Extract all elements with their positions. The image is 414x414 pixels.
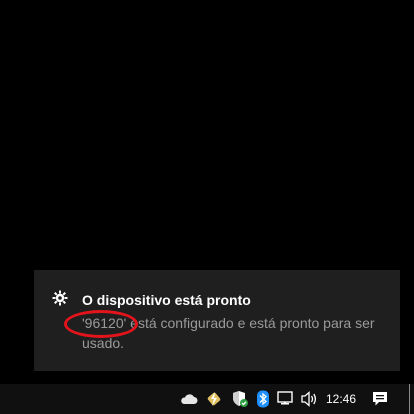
bluetooth-icon[interactable] xyxy=(254,390,272,408)
volume-icon[interactable] xyxy=(301,390,319,408)
gear-icon xyxy=(52,290,68,306)
toast-body: '96120' está configurado e está pronto p… xyxy=(82,315,375,351)
show-desktop-divider[interactable] xyxy=(409,384,410,414)
power-battery-icon[interactable] xyxy=(205,390,223,408)
notification-icon[interactable] xyxy=(371,390,389,408)
onedrive-cloud-icon[interactable] xyxy=(180,390,198,408)
network-icon[interactable] xyxy=(277,390,295,408)
taskbar: 12:46 xyxy=(0,384,414,414)
taskbar-clock[interactable]: 12:46 xyxy=(326,392,356,406)
toast-notification[interactable]: O dispositivo está pronto '96120' está c… xyxy=(34,270,400,371)
toast-title: O dispositivo está pronto xyxy=(82,292,251,308)
security-shield-icon[interactable] xyxy=(231,390,249,408)
